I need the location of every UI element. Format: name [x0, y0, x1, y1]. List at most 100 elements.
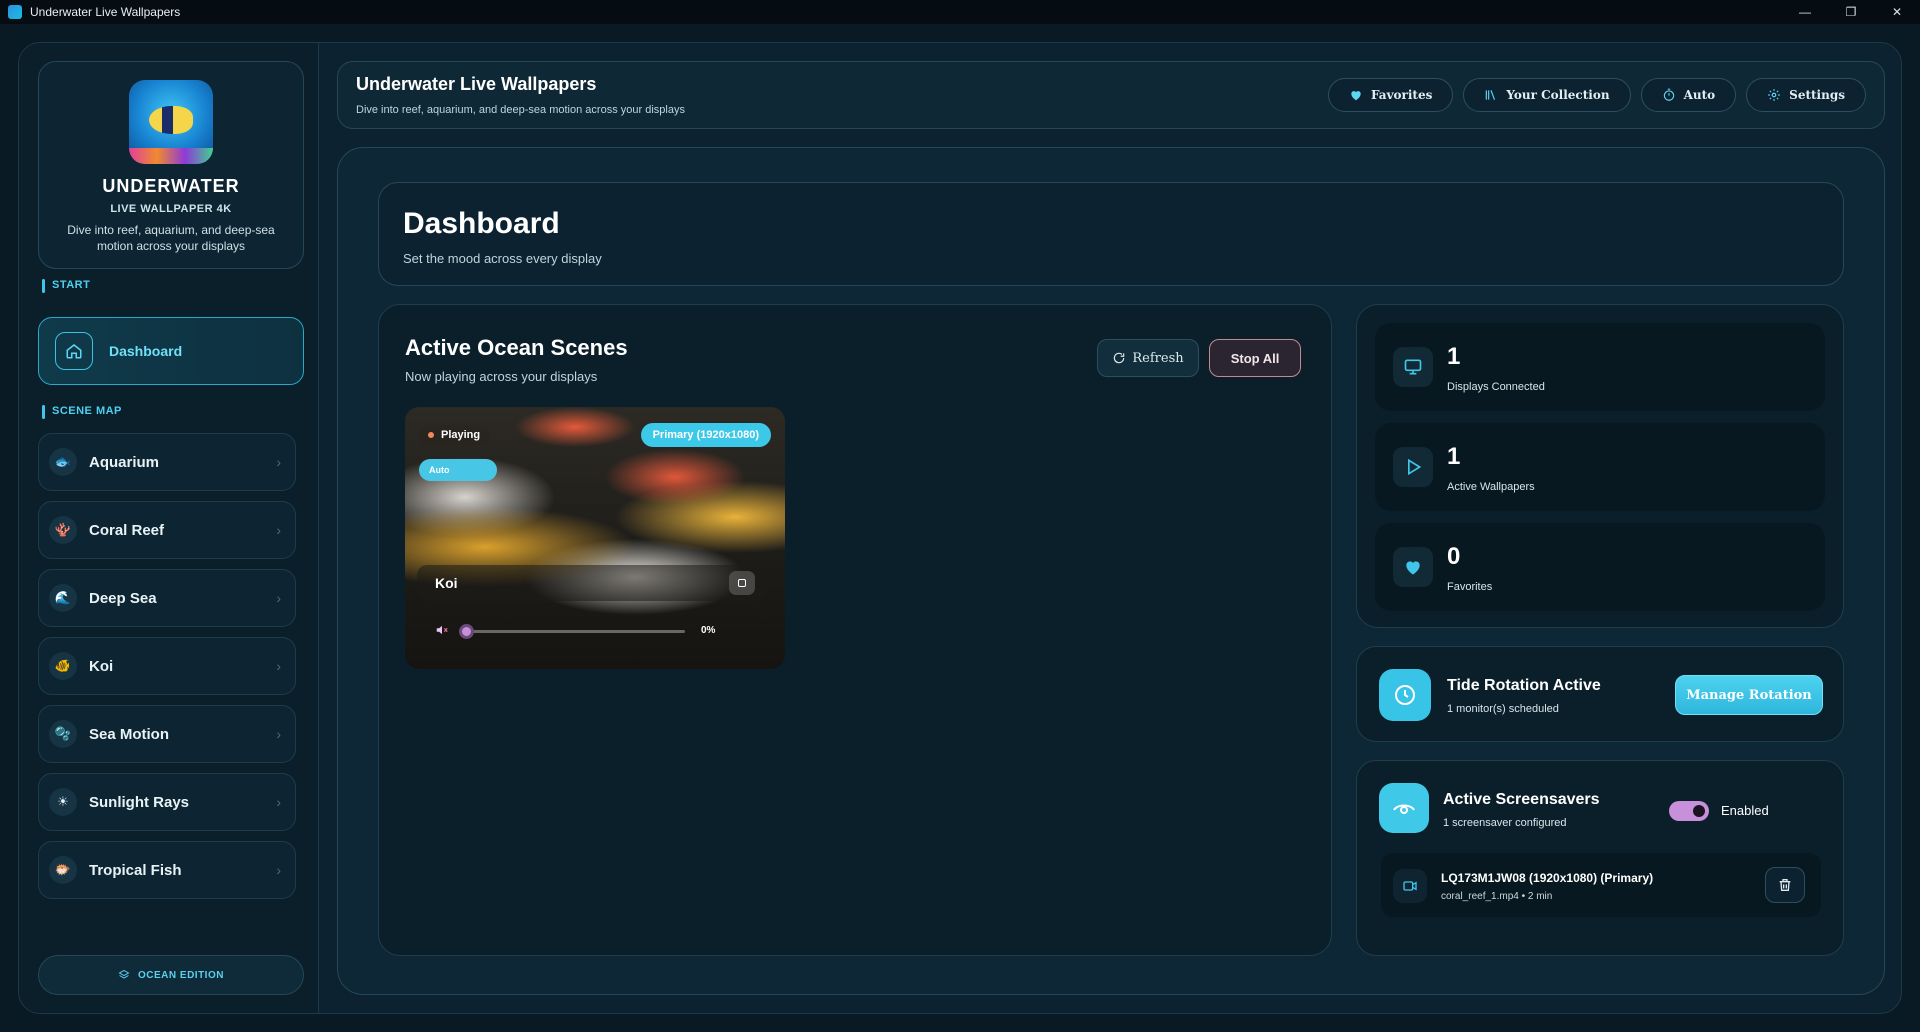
- screensavers-card: Active Screensavers 1 screensaver config…: [1356, 760, 1844, 956]
- monitor-icon: [1393, 347, 1433, 387]
- playing-badge: Playing: [419, 425, 491, 445]
- refresh-icon: [1112, 351, 1126, 365]
- favorites-label: Favorites: [1370, 88, 1433, 102]
- mute-button[interactable]: [435, 623, 449, 637]
- section-label-start: START: [42, 279, 90, 293]
- manage-rotation-button[interactable]: Manage Rotation: [1675, 675, 1823, 715]
- sidebar-item-label: Coral Reef: [89, 521, 165, 539]
- sidebar-item-koi[interactable]: 🐠 Koi ›: [38, 637, 296, 695]
- settings-button[interactable]: Settings: [1746, 78, 1866, 112]
- stat-value: 0: [1447, 543, 1461, 570]
- volume-percent: 0%: [701, 625, 716, 636]
- chevron-right-icon: ›: [276, 862, 281, 878]
- stop-icon: [738, 579, 746, 587]
- sidebar-item-tropical-fish[interactable]: 🐡 Tropical Fish ›: [38, 841, 296, 899]
- stat-value: 1: [1447, 343, 1461, 370]
- stat-displays-connected: 1 Displays Connected: [1375, 323, 1825, 411]
- page-title: Dashboard: [403, 207, 560, 240]
- your-collection-button[interactable]: Your Collection: [1463, 78, 1631, 112]
- scene-card-koi[interactable]: Playing Primary (1920x1080) Auto Koi 0%: [405, 407, 785, 669]
- sidebar-item-label: Sunlight Rays: [89, 793, 190, 811]
- refresh-button[interactable]: Refresh: [1097, 339, 1199, 377]
- app-icon: [8, 5, 22, 19]
- page-header: Underwater Live Wallpapers Dive into ree…: [337, 61, 1885, 129]
- coral-reef-icon: 🪸: [49, 516, 77, 544]
- brand-name: UNDERWATER: [102, 176, 240, 196]
- screensavers-title: Active Screensavers: [1443, 791, 1600, 808]
- aquarium-icon: 🐟: [49, 448, 77, 476]
- tide-subtitle: 1 monitor(s) scheduled: [1447, 703, 1559, 715]
- brand-subtitle: LIVE WALLPAPER 4K: [110, 203, 232, 215]
- header-subtitle: Dive into reef, aquarium, and deep-sea m…: [356, 104, 685, 116]
- sidebar-item-label: Koi: [89, 657, 114, 675]
- chevron-right-icon: ›: [276, 794, 281, 810]
- stop-scene-button[interactable]: [729, 571, 755, 595]
- toggle-label: Enabled: [1721, 803, 1769, 818]
- app-logo: [129, 80, 213, 164]
- trash-icon: [1779, 879, 1791, 891]
- screensavers-subtitle: 1 screensaver configured: [1443, 817, 1567, 829]
- video-icon: [1393, 869, 1427, 903]
- stat-value: 1: [1447, 443, 1461, 470]
- scene-name: Koi: [435, 575, 458, 591]
- stat-label: Active Wallpapers: [1447, 481, 1535, 493]
- clock-icon: [1379, 669, 1431, 721]
- auto-badge: Auto: [419, 459, 497, 481]
- chevron-right-icon: ›: [276, 590, 281, 606]
- stop-all-button[interactable]: Stop All: [1209, 339, 1301, 377]
- heart-icon: [1393, 547, 1433, 587]
- sidebar-item-aquarium[interactable]: 🐟 Aquarium ›: [38, 433, 296, 491]
- delete-screensaver-button[interactable]: [1765, 867, 1805, 903]
- monitor-badge: Primary (1920x1080): [640, 423, 771, 447]
- favorites-button[interactable]: Favorites: [1327, 78, 1454, 112]
- layers-icon: [118, 969, 130, 981]
- volume-slider-handle[interactable]: [459, 624, 474, 639]
- stat-label: Displays Connected: [1447, 381, 1545, 393]
- scene-nav-list: 🐟 Aquarium › 🪸 Coral Reef › 🌊 Deep Sea › 🐠 Koi › 🫧 Se…: [38, 433, 296, 909]
- volume-controls: 0%: [435, 621, 765, 641]
- header-title: Underwater Live Wallpapers: [356, 74, 597, 94]
- home-icon: [55, 332, 93, 370]
- chevron-right-icon: ›: [276, 522, 281, 538]
- active-scenes-card: Active Ocean Scenes Now playing across y…: [378, 304, 1332, 956]
- volume-track[interactable]: [465, 630, 685, 633]
- close-button[interactable]: ✕: [1874, 0, 1920, 24]
- koi-icon: 🐠: [49, 652, 77, 680]
- sidebar-item-coral-reef[interactable]: 🪸 Coral Reef ›: [38, 501, 296, 559]
- app-frame: UNDERWATER LIVE WALLPAPER 4K Dive into r…: [18, 42, 1902, 1014]
- window-titlebar: Underwater Live Wallpapers — ❐ ✕: [0, 0, 1920, 24]
- screensaver-entry: LQ173M1JW08 (1920x1080) (Primary) coral_…: [1381, 853, 1821, 917]
- edition-badge[interactable]: OCEAN EDITION: [38, 955, 304, 995]
- chevron-right-icon: ›: [276, 454, 281, 470]
- sidebar-item-label: Sea Motion: [89, 725, 170, 743]
- heart-icon: [1349, 88, 1363, 102]
- sunlight-rays-icon: ☀: [49, 788, 77, 816]
- settings-label: Settings: [1789, 88, 1845, 102]
- page-subtitle: Set the mood across every display: [403, 251, 602, 266]
- chevron-right-icon: ›: [276, 726, 281, 742]
- stat-label: Favorites: [1447, 581, 1493, 593]
- muted-speaker-icon: [436, 625, 448, 635]
- sidebar-item-label: Tropical Fish: [89, 861, 182, 879]
- tide-title: Tide Rotation Active: [1447, 677, 1601, 694]
- sidebar: UNDERWATER LIVE WALLPAPER 4K Dive into r…: [19, 43, 319, 1013]
- screensaver-toggle[interactable]: [1669, 801, 1709, 821]
- sidebar-item-sunlight-rays[interactable]: ☀ Sunlight Rays ›: [38, 773, 296, 831]
- deep-sea-icon: 🌊: [49, 584, 77, 612]
- sidebar-item-sea-motion[interactable]: 🫧 Sea Motion ›: [38, 705, 296, 763]
- window-title: Underwater Live Wallpapers: [30, 5, 181, 19]
- chevron-right-icon: ›: [276, 658, 281, 674]
- section-label-scene-map: SCENE MAP: [42, 405, 122, 419]
- auto-button[interactable]: Auto: [1640, 78, 1737, 112]
- tropical-fish-icon: 🐡: [49, 856, 77, 884]
- dashboard-header-card: Dashboard Set the mood across every disp…: [378, 182, 1844, 286]
- maximize-button[interactable]: ❐: [1828, 0, 1874, 24]
- eye-icon: [1379, 783, 1429, 833]
- minimize-button[interactable]: —: [1782, 0, 1828, 24]
- stat-favorites: 0 Favorites: [1375, 523, 1825, 611]
- edition-label: OCEAN EDITION: [138, 969, 224, 981]
- stats-card: 1 Displays Connected 1 Active Wallpapers 0 Fa…: [1356, 304, 1844, 628]
- sidebar-item-dashboard[interactable]: Dashboard: [38, 317, 304, 385]
- sidebar-item-deep-sea[interactable]: 🌊 Deep Sea ›: [38, 569, 296, 627]
- sidebar-item-label: Deep Sea: [89, 589, 157, 607]
